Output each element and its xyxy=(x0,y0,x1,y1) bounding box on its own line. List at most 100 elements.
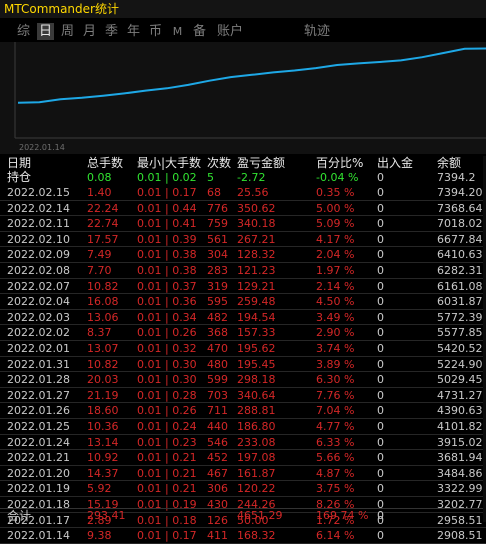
row-total-lots: 8.37 xyxy=(87,326,112,340)
row-percent: 5.09 % xyxy=(316,217,355,231)
row-total-lots: 21.19 xyxy=(87,388,119,402)
tab-trajectory[interactable]: 轨迹 xyxy=(302,23,332,40)
row-min-max-lots: 0.01 | 0.23 xyxy=(137,435,197,449)
table-row[interactable]: 2022.01.20 14.37 0.01 | 0.21 467 161.87 4.87 … xyxy=(0,466,486,482)
total-deposit: 0 xyxy=(377,509,384,522)
tab-quarter[interactable]: 季 xyxy=(103,23,120,40)
tab-m[interactable]: M xyxy=(169,23,186,40)
table-row[interactable]: 2022.02.09 7.49 0.01 | 0.38 304 128.32 2.04 %… xyxy=(0,247,486,263)
row-count: 711 xyxy=(207,404,228,418)
tab-note[interactable]: 备 xyxy=(191,23,208,40)
table-row[interactable]: 2022.01.31 10.82 0.01 | 0.30 480 195.45 3.89 … xyxy=(0,357,486,373)
table-row[interactable]: 2022.01.24 13.14 0.01 | 0.23 546 233.08 6.33 … xyxy=(0,435,486,451)
tab-year[interactable]: 年 xyxy=(125,23,142,40)
table-row[interactable]: 2022.01.27 21.19 0.01 | 0.28 703 340.64 7.76 … xyxy=(0,388,486,404)
holding-count: 5 xyxy=(207,171,214,184)
row-min-max-lots: 0.01 | 0.28 xyxy=(137,388,197,402)
row-percent: 5.00 % xyxy=(316,201,355,215)
table-row[interactable]: 2022.02.14 22.24 0.01 | 0.44 776 350.62 5.00 … xyxy=(0,201,486,217)
tab-month[interactable]: 月 xyxy=(81,23,98,40)
table-row[interactable]: 2022.01.21 10.92 0.01 | 0.21 452 197.08 5.66 … xyxy=(0,450,486,466)
row-total-lots: 17.57 xyxy=(87,232,119,246)
total-pl: 4651.29 xyxy=(237,509,283,522)
row-balance: 6677.84 xyxy=(437,232,483,246)
tab-day[interactable]: 日 xyxy=(37,23,54,40)
col-percent: 百分比% xyxy=(316,156,364,170)
row-count: 595 xyxy=(207,295,228,309)
row-deposit: 0 xyxy=(377,451,384,465)
row-deposit: 0 xyxy=(377,466,384,480)
row-pl: 259.48 xyxy=(237,295,276,309)
table-row[interactable]: 2022.01.19 5.92 0.01 | 0.21 306 120.22 3.75 %… xyxy=(0,481,486,497)
period-tabs: 综 日 周 月 季 年 币 M 备 账户 轨迹 xyxy=(0,20,486,42)
balance-line xyxy=(17,47,486,104)
row-total-lots: 22.24 xyxy=(87,201,119,215)
row-percent: 7.04 % xyxy=(316,404,355,418)
row-balance: 5029.45 xyxy=(437,373,483,387)
row-min-max-lots: 0.01 | 0.38 xyxy=(137,248,197,262)
tab-summary[interactable]: 综 xyxy=(15,23,32,40)
row-deposit: 0 xyxy=(377,295,384,309)
row-min-max-lots: 0.01 | 0.32 xyxy=(137,342,197,355)
row-pl: 161.87 xyxy=(237,466,276,480)
table-row[interactable]: 2022.01.26 18.60 0.01 | 0.26 711 288.81 7.04 … xyxy=(0,403,486,419)
total-percent: 169.74 % xyxy=(316,509,369,522)
table-row[interactable]: 2022.01.14 9.38 0.01 | 0.17 411 168.32 6.14 %… xyxy=(0,528,486,544)
total-lots: 293.41 xyxy=(87,509,126,522)
total-row: 合计 293.41 4651.29 169.74 % 0 xyxy=(0,508,486,523)
row-deposit: 0 xyxy=(377,342,384,355)
row-min-max-lots: 0.01 | 0.36 xyxy=(137,295,197,309)
row-total-lots: 13.07 xyxy=(87,342,119,355)
row-pl: 120.22 xyxy=(237,482,276,496)
table-row[interactable]: 2022.02.04 16.08 0.01 | 0.36 595 259.48 4.50 … xyxy=(0,294,486,310)
row-date: 2022.01.19 xyxy=(7,482,70,496)
row-balance: 5420.52 xyxy=(437,342,483,355)
tab-currency[interactable]: 币 xyxy=(147,23,164,40)
row-deposit: 0 xyxy=(377,248,384,262)
row-total-lots: 7.70 xyxy=(87,264,112,277)
table-row[interactable]: 2022.02.15 1.40 0.01 | 0.17 68 25.56 0.35 % 0 7… xyxy=(0,185,486,201)
row-date: 2022.01.20 xyxy=(7,466,70,480)
col-total-lots: 总手数 xyxy=(87,156,124,170)
row-deposit: 0 xyxy=(377,435,384,449)
row-deposit: 0 xyxy=(377,357,384,371)
col-date: 日期 xyxy=(7,156,32,170)
row-balance: 6031.87 xyxy=(437,295,483,309)
row-deposit: 0 xyxy=(377,264,384,277)
row-pl: 25.56 xyxy=(237,186,269,199)
table-row[interactable]: 2022.02.07 10.82 0.01 | 0.37 319 129.21 2.14 … xyxy=(0,279,486,295)
row-count: 306 xyxy=(207,482,228,496)
table-row[interactable]: 2022.02.11 22.74 0.01 | 0.41 759 340.18 5.09 … xyxy=(0,216,486,232)
tab-week[interactable]: 周 xyxy=(59,23,76,40)
table-row[interactable]: 2022.02.10 17.57 0.01 | 0.39 561 267.21 4.17 … xyxy=(0,232,486,248)
row-balance: 7368.64 xyxy=(437,201,483,215)
table-row[interactable]: 2022.01.28 20.03 0.01 | 0.30 599 298.18 6.30 … xyxy=(0,372,486,388)
table-row[interactable]: 2022.02.08 7.70 0.01 | 0.38 283 121.23 1.97 %… xyxy=(0,263,486,279)
row-total-lots: 14.37 xyxy=(87,466,119,480)
table-row[interactable]: 2022.02.03 13.06 0.01 | 0.34 482 194.54 3.49 … xyxy=(0,310,486,326)
balance-chart: 2022.01.14 xyxy=(0,42,486,154)
holding-percent: -0.04 % xyxy=(316,171,359,184)
row-count: 304 xyxy=(207,248,228,262)
row-deposit: 0 xyxy=(377,217,384,231)
row-balance: 3681.94 xyxy=(437,451,483,465)
row-percent: 4.50 % xyxy=(316,295,355,309)
row-deposit: 0 xyxy=(377,326,384,340)
row-total-lots: 10.92 xyxy=(87,451,119,465)
tab-account[interactable]: 账户 xyxy=(215,23,245,40)
row-deposit: 0 xyxy=(377,201,384,215)
row-date: 2022.02.15 xyxy=(7,186,70,199)
row-date: 2022.02.01 xyxy=(7,342,70,355)
table-row[interactable]: 2022.02.01 13.07 0.01 | 0.32 470 195.62 3.74 … xyxy=(0,341,486,357)
table-row[interactable]: 2022.02.02 8.37 0.01 | 0.26 368 157.33 2.90 %… xyxy=(0,325,486,341)
row-date: 2022.01.26 xyxy=(7,404,70,418)
row-deposit: 0 xyxy=(377,482,384,496)
row-deposit: 0 xyxy=(377,420,384,433)
row-percent: 3.74 % xyxy=(316,342,355,355)
row-deposit: 0 xyxy=(377,186,384,199)
row-total-lots: 16.08 xyxy=(87,295,119,309)
row-date: 2022.02.03 xyxy=(7,310,70,324)
row-count: 470 xyxy=(207,342,228,355)
row-count: 561 xyxy=(207,232,228,246)
table-row[interactable]: 2022.01.25 10.36 0.01 | 0.24 440 186.80 4.77 … xyxy=(0,419,486,435)
